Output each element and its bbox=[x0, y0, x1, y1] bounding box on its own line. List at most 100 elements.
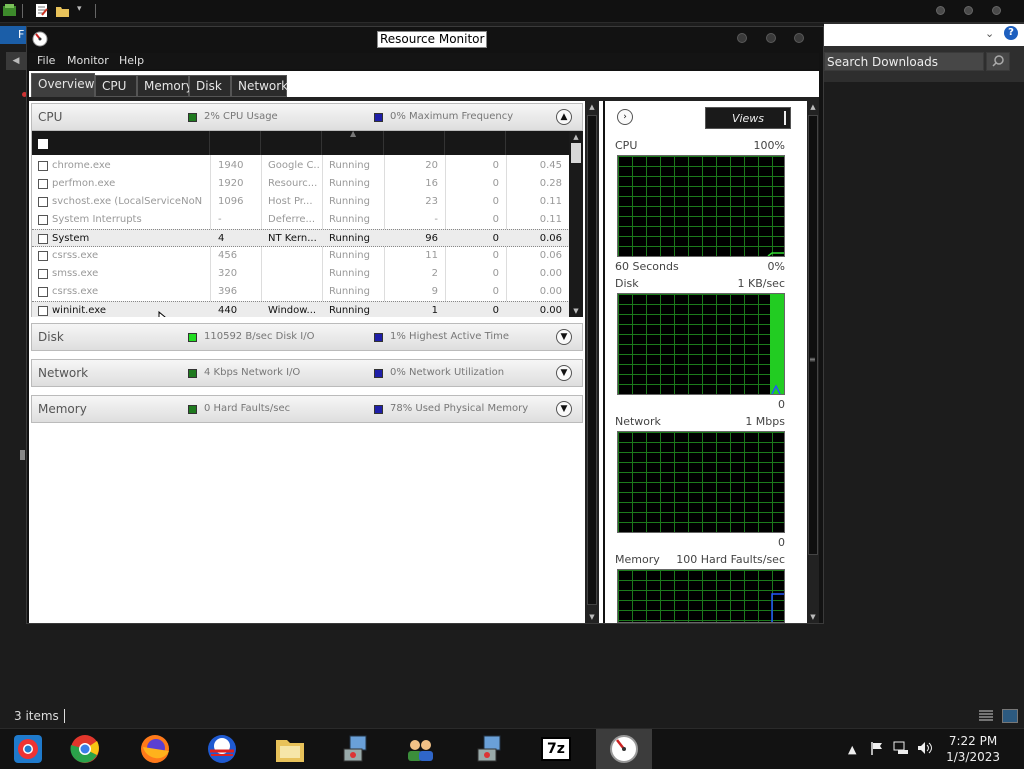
menu-help[interactable]: Help bbox=[119, 54, 144, 67]
row-checkbox[interactable] bbox=[38, 269, 48, 279]
table-row[interactable]: System 4 NT Kern... Running 96 0 0.06 bbox=[32, 229, 570, 247]
cpu-graph-timespan: 60 Seconds bbox=[615, 260, 679, 273]
ribbon-expand-icon[interactable]: ⌄ bbox=[985, 27, 994, 40]
table-row[interactable]: chrome.exe 1940 Google C... Running 20 0 0.45 bbox=[32, 157, 570, 175]
row-checkbox[interactable] bbox=[38, 306, 48, 316]
sections-scrollbar[interactable]: ▲ ▼ bbox=[585, 101, 599, 623]
views-button[interactable]: Views bbox=[705, 107, 791, 129]
row-checkbox[interactable] bbox=[38, 197, 48, 207]
table-row[interactable]: svchost.exe (LocalServiceNoNe... 1096 Host… bbox=[32, 193, 570, 211]
taskbar-installer-2[interactable] bbox=[462, 729, 518, 769]
action-center-flag-icon[interactable] bbox=[870, 741, 884, 755]
taskbar-firefox[interactable] bbox=[127, 729, 183, 769]
tab-disk[interactable]: Disk bbox=[189, 75, 231, 97]
explorer-close-button[interactable] bbox=[992, 6, 1001, 15]
qa-dropdown-icon[interactable]: ▾ bbox=[77, 4, 82, 14]
new-folder-icon[interactable] bbox=[55, 3, 70, 18]
memory-section-header[interactable]: Memory 0 Hard Faults/sec 78% Used Physic… bbox=[31, 395, 583, 423]
properties-icon[interactable] bbox=[34, 3, 49, 18]
scroll-thumb[interactable] bbox=[587, 115, 597, 605]
scroll-thumb[interactable] bbox=[571, 143, 581, 163]
row-checkbox[interactable] bbox=[38, 179, 48, 189]
scroll-thumb[interactable] bbox=[808, 115, 818, 555]
table-row[interactable]: System Interrupts - Deferre... Running - 0 0.1… bbox=[32, 211, 570, 229]
taskbar-installer[interactable] bbox=[328, 729, 384, 769]
cell-threads: 1 bbox=[431, 305, 438, 316]
table-row[interactable]: wininit.exe 440 Window... Running 1 0 0.00 bbox=[32, 301, 570, 317]
row-checkbox[interactable] bbox=[38, 215, 48, 225]
expand-graphs-icon[interactable]: › bbox=[617, 109, 633, 125]
taskbar-app-logo[interactable] bbox=[194, 729, 250, 769]
taskbar-7zip[interactable]: 7z bbox=[528, 729, 584, 769]
menu-bar: File Monitor Help bbox=[29, 53, 819, 69]
tab-overview[interactable]: Overview bbox=[31, 73, 95, 98]
column-image-header[interactable] bbox=[32, 131, 210, 155]
cell-cpu: 0 bbox=[492, 214, 499, 225]
minimize-button[interactable] bbox=[737, 33, 747, 43]
maximize-button[interactable] bbox=[766, 33, 776, 43]
table-row[interactable]: smss.exe 320 Running 2 0 0.00 bbox=[32, 265, 570, 283]
taskbar-start-app[interactable] bbox=[0, 729, 56, 769]
graphs-scrollbar[interactable]: ▲ ≡ ▼ bbox=[807, 101, 819, 623]
row-checkbox[interactable] bbox=[38, 234, 48, 244]
network-section-header[interactable]: Network 4 Kbps Network I/O 0% Network Ut… bbox=[31, 359, 583, 387]
row-checkbox[interactable] bbox=[38, 287, 48, 297]
row-checkbox[interactable] bbox=[38, 161, 48, 171]
explorer-back-button[interactable]: ◀ bbox=[6, 52, 26, 70]
scroll-up-icon[interactable]: ▲ bbox=[569, 131, 583, 143]
search-icon bbox=[992, 55, 1004, 67]
disk-graph-area bbox=[770, 294, 784, 394]
table-row[interactable]: csrss.exe 396 Running 9 0 0.00 bbox=[32, 283, 570, 301]
column-pid-header[interactable] bbox=[210, 131, 261, 155]
scroll-up-icon[interactable]: ▲ bbox=[585, 101, 599, 113]
explorer-minimize-button[interactable] bbox=[936, 6, 945, 15]
scroll-up-icon[interactable]: ▲ bbox=[807, 101, 819, 113]
tab-memory[interactable]: Memory bbox=[137, 75, 193, 97]
disk-section-header[interactable]: Disk 110592 B/sec Disk I/O 1% Highest Ac… bbox=[31, 323, 583, 351]
details-view-icon[interactable] bbox=[978, 709, 994, 723]
expand-icon[interactable]: ▼ bbox=[556, 365, 572, 381]
explorer-search-input[interactable]: Search Downloads bbox=[824, 52, 984, 71]
expand-icon[interactable]: ▼ bbox=[556, 401, 572, 417]
row-checkbox[interactable] bbox=[38, 251, 48, 261]
menu-file[interactable]: File bbox=[37, 54, 55, 67]
cpu-section-header[interactable]: CPU 2% CPU Usage 0% Maximum Frequency ▲ bbox=[31, 103, 583, 131]
taskbar-file-explorer[interactable] bbox=[262, 729, 318, 769]
large-icons-view-icon[interactable] bbox=[1002, 709, 1018, 723]
cpu-frequency-swatch bbox=[374, 113, 383, 122]
tab-cpu[interactable]: CPU bbox=[95, 75, 137, 97]
volume-icon[interactable] bbox=[917, 741, 933, 755]
taskbar-chrome[interactable] bbox=[57, 729, 113, 769]
column-threads-header[interactable] bbox=[384, 131, 445, 155]
scroll-down-icon[interactable]: ▼ bbox=[569, 305, 583, 317]
help-icon[interactable]: ? bbox=[1004, 26, 1018, 40]
table-row[interactable]: perfmon.exe 1920 Resourc... Running 16 0 0.28 bbox=[32, 175, 570, 193]
scroll-down-icon[interactable]: ▼ bbox=[807, 611, 819, 623]
cell-description: NT Kern... bbox=[268, 233, 317, 244]
column-average-cpu-header[interactable] bbox=[506, 131, 570, 155]
cpu-table-scrollbar[interactable]: ▲ ▼ bbox=[569, 131, 583, 317]
status-separator bbox=[64, 709, 65, 723]
tab-network[interactable]: Network bbox=[231, 75, 288, 97]
explorer-file-tab[interactable]: F bbox=[0, 26, 26, 44]
show-hidden-icons-icon[interactable]: ▲ bbox=[848, 743, 856, 756]
expand-icon[interactable]: ▼ bbox=[556, 329, 572, 345]
collapse-icon[interactable]: ▲ bbox=[556, 109, 572, 125]
cell-cpu: 0 bbox=[492, 233, 499, 244]
cell-threads: 96 bbox=[425, 233, 438, 244]
taskbar-users[interactable] bbox=[392, 729, 448, 769]
menu-monitor[interactable]: Monitor bbox=[67, 54, 109, 67]
close-button[interactable] bbox=[794, 33, 804, 43]
network-icon[interactable] bbox=[893, 741, 909, 755]
explorer-maximize-button[interactable] bbox=[964, 6, 973, 15]
taskbar-resource-monitor[interactable] bbox=[596, 729, 652, 769]
table-row[interactable]: csrss.exe 456 Running 11 0 0.06 bbox=[32, 247, 570, 265]
column-description-header[interactable] bbox=[261, 131, 322, 155]
column-cpu-header[interactable] bbox=[445, 131, 506, 155]
scroll-down-icon[interactable]: ▼ bbox=[585, 611, 599, 623]
disk-active-stat: 1% Highest Active Time bbox=[390, 331, 510, 342]
cell-status: Running bbox=[329, 178, 370, 189]
cell-description bbox=[268, 247, 320, 265]
search-button[interactable] bbox=[986, 52, 1010, 71]
clock[interactable]: 7:22 PM 1/3/2023 bbox=[946, 733, 1000, 765]
